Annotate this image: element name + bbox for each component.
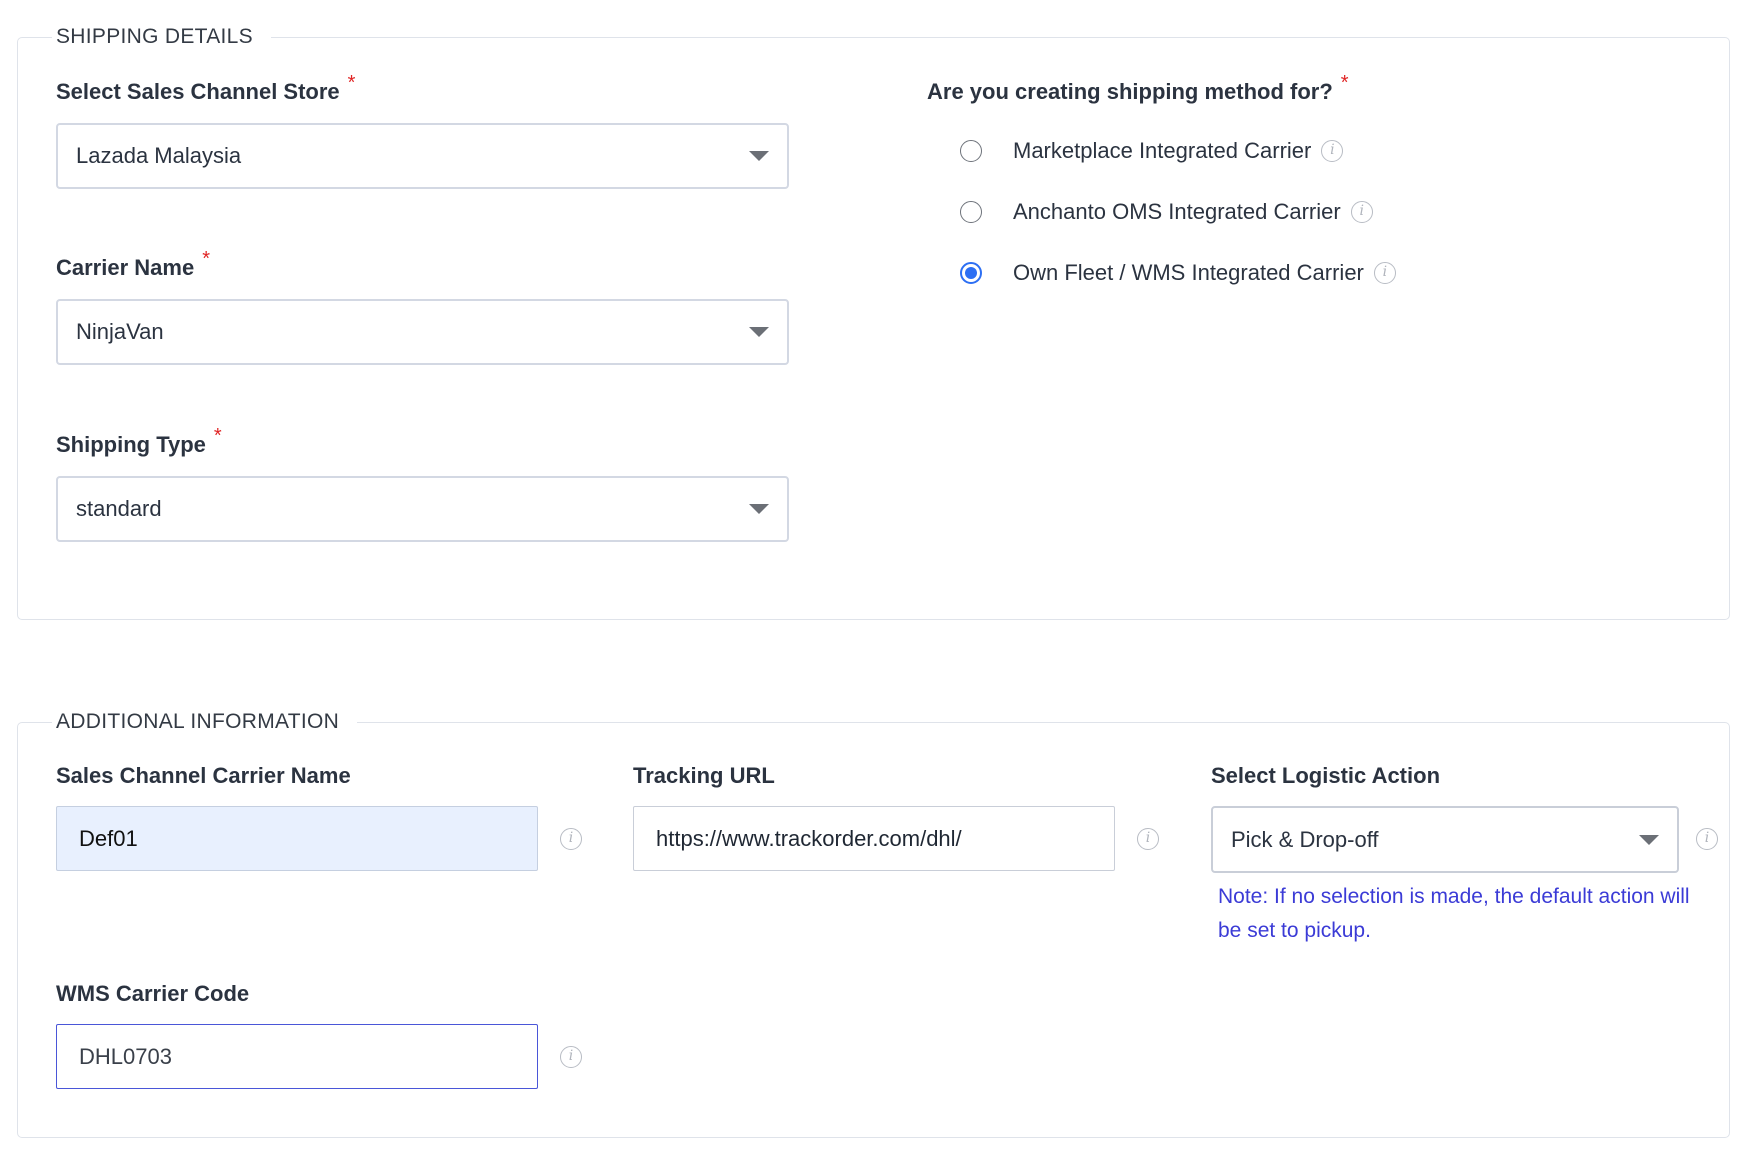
- info-icon[interactable]: i: [1350, 201, 1373, 223]
- wms-carrier-code-value: DHL0703: [79, 1043, 172, 1069]
- caret-down-icon: [749, 151, 769, 161]
- radio-option-label: Anchanto OMS Integrated Carrier: [1013, 199, 1341, 224]
- wms-carrier-code-input[interactable]: DHL0703: [56, 1024, 538, 1089]
- shipping-method-question: Are you creating shipping method for? *: [927, 72, 1349, 104]
- tracking-url-value: https://www.trackorder.com/dhl/: [656, 825, 962, 851]
- required-marker: *: [1340, 72, 1349, 94]
- caret-down-icon: [749, 327, 769, 337]
- logistic-action-note: Note: If no selection is made, the defau…: [1218, 885, 1690, 942]
- shipping-type-select[interactable]: standard: [56, 476, 789, 542]
- required-marker: *: [213, 425, 222, 447]
- sales-channel-carrier-name-input[interactable]: Def01: [56, 806, 538, 871]
- caret-down-icon: [749, 504, 769, 514]
- wms-carrier-code-label: WMS Carrier Code: [56, 981, 250, 1006]
- sales-channel-carrier-name-label: Sales Channel Carrier Name: [56, 763, 351, 788]
- logistic-action-select-value: Pick & Drop-off: [1231, 826, 1379, 852]
- store-label: Select Sales Channel Store *: [56, 72, 356, 104]
- store-select-value: Lazada Malaysia: [76, 143, 242, 168]
- required-marker: *: [347, 72, 356, 94]
- required-marker: *: [202, 248, 210, 270]
- caret-down-icon: [1639, 834, 1659, 845]
- shipping-details-heading: SHIPPING DETAILS: [52, 22, 271, 52]
- additional-information-heading: ADDITIONAL INFORMATION: [52, 707, 358, 737]
- radio-option-marketplace[interactable]: Marketplace Integrated Carrier i: [960, 138, 1344, 164]
- sales-channel-carrier-name-value: Def01: [79, 825, 138, 851]
- info-icon[interactable]: i: [560, 828, 582, 850]
- info-icon[interactable]: i: [1373, 262, 1396, 284]
- radio-option-label: Marketplace Integrated Carrier: [1013, 138, 1312, 163]
- info-icon[interactable]: i: [1321, 140, 1344, 162]
- shipping-type-label: Shipping Type *: [56, 425, 222, 457]
- carrier-name-select[interactable]: NinjaVan: [56, 299, 789, 365]
- radio-button[interactable]: [960, 201, 982, 223]
- tracking-url-label: Tracking URL: [633, 763, 775, 788]
- carrier-name-select-value: NinjaVan: [76, 319, 164, 344]
- radio-button[interactable]: [960, 140, 982, 162]
- tracking-url-input[interactable]: https://www.trackorder.com/dhl/: [633, 806, 1115, 871]
- info-icon[interactable]: i: [1696, 828, 1718, 850]
- carrier-name-label: Carrier Name *: [56, 248, 210, 280]
- radio-option-label: Own Fleet / WMS Integrated Carrier: [1013, 260, 1364, 285]
- info-icon[interactable]: i: [1137, 828, 1159, 850]
- shipping-type-select-value: standard: [76, 496, 162, 521]
- radio-option-own-fleet[interactable]: Own Fleet / WMS Integrated Carrier i: [960, 260, 1396, 286]
- logistic-action-select[interactable]: Pick & Drop-off: [1211, 806, 1679, 873]
- store-select[interactable]: Lazada Malaysia: [56, 123, 789, 189]
- radio-button-selected[interactable]: [960, 262, 982, 284]
- radio-option-anchanto-oms[interactable]: Anchanto OMS Integrated Carrier i: [960, 199, 1373, 225]
- logistic-action-label: Select Logistic Action: [1211, 763, 1441, 788]
- info-icon[interactable]: i: [560, 1046, 582, 1068]
